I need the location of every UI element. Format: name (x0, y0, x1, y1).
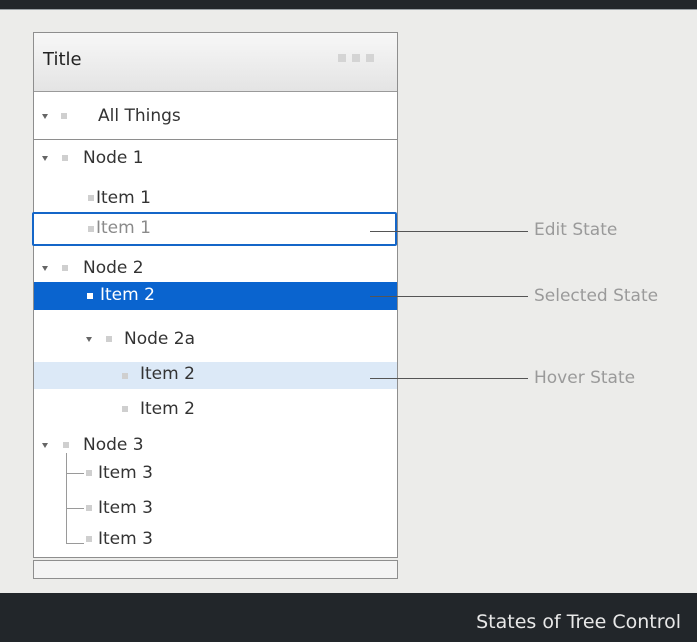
tree-item-hover-state[interactable]: Item 2 (34, 362, 397, 389)
edit-state-callout: Edit State (534, 220, 618, 240)
tree-item-selected-label: Item 2 (100, 285, 155, 305)
footer-bar: States of Tree Control (0, 593, 697, 642)
expand-arrow-icon[interactable] (86, 337, 92, 342)
item-icon (88, 195, 94, 201)
expand-arrow-icon[interactable] (42, 443, 48, 448)
tree-item-node2a[interactable]: Item 2 (34, 395, 397, 425)
expand-arrow-icon[interactable] (42, 156, 48, 161)
tree-item-3[interactable]: Item 3 (34, 459, 397, 489)
item-icon (86, 470, 92, 476)
node-icon (106, 336, 112, 342)
item-icon (88, 226, 94, 232)
expand-arrow-icon[interactable] (42, 114, 48, 119)
hover-state-callout: Hover State (534, 368, 636, 388)
expand-arrow-icon[interactable] (42, 266, 48, 271)
node-icon (61, 113, 67, 119)
tree-node-2a[interactable]: Node 2a (34, 325, 397, 355)
tree-node-3[interactable]: Node 3 (34, 431, 397, 461)
item-icon (122, 373, 128, 379)
tree-item-3[interactable]: Item 3 (34, 525, 397, 555)
item-icon (86, 505, 92, 511)
tree-node-label: Node 3 (83, 435, 144, 455)
tree-item-edit-label[interactable]: Item 1 (96, 218, 151, 238)
tree-node-label: Node 2a (124, 329, 196, 349)
tree-item-edit-state[interactable]: Item 1 (32, 212, 397, 246)
tree-item-hover-label: Item 2 (140, 364, 195, 384)
node-icon (63, 442, 69, 448)
selected-callout-line (370, 296, 528, 297)
tree-item-label: Item 3 (98, 498, 153, 518)
tree-item-3[interactable]: Item 3 (34, 494, 397, 524)
tree-node-label: Node 1 (83, 148, 144, 168)
tree-node-2[interactable]: Node 2 (34, 256, 397, 282)
panel-bottom-bar (33, 560, 398, 579)
item-icon (122, 406, 128, 412)
tree-node-1[interactable]: Node 1 (34, 144, 397, 174)
edit-state-field[interactable] (32, 212, 397, 246)
panel-title: Title (43, 49, 82, 70)
hover-callout-line (370, 378, 528, 379)
node-icon (62, 265, 68, 271)
tree-item-1[interactable]: Item 1 (34, 184, 397, 214)
tree-panel: Title All Things Node 1 Item 1 Item 1 No… (32, 32, 398, 558)
tree-item-label: Item 3 (98, 463, 153, 483)
item-icon (87, 293, 93, 299)
tree-node-label: Node 2 (83, 258, 144, 278)
top-divider (0, 9, 697, 10)
footer-caption: States of Tree Control (476, 611, 681, 633)
tree-root-label: All Things (98, 106, 181, 126)
panel-titlebar[interactable]: Title (34, 33, 397, 92)
tree-root-row[interactable]: All Things (34, 92, 397, 140)
tree-item-label: Item 1 (96, 188, 151, 208)
tree-item-label: Item 3 (98, 529, 153, 549)
item-icon (86, 536, 92, 542)
edit-callout-line (370, 231, 528, 232)
top-dark-bar (0, 0, 697, 9)
tree-item-label: Item 2 (140, 399, 195, 419)
node-icon (62, 155, 68, 161)
tree-item-selected-state[interactable]: Item 2 (34, 282, 397, 310)
selected-state-callout: Selected State (534, 286, 659, 306)
